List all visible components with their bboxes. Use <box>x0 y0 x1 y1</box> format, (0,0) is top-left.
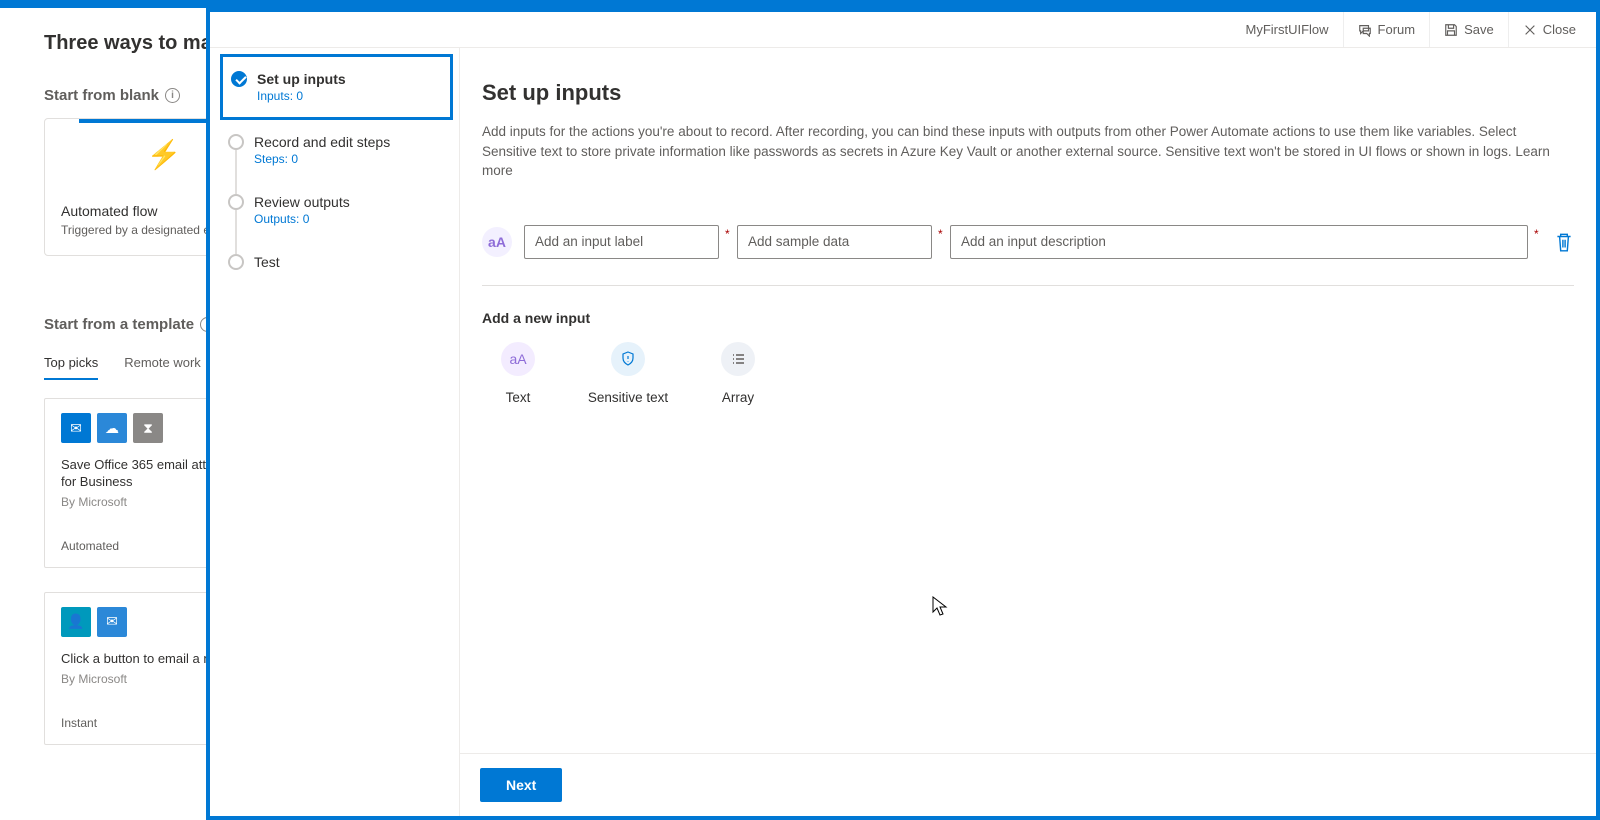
modal-header: MyFirstUIFlow Forum Save Close <box>210 12 1596 48</box>
step-sub: Steps: 0 <box>254 152 439 166</box>
step-circle-icon <box>228 254 244 270</box>
delete-icon[interactable] <box>1554 231 1574 253</box>
step-review-outputs[interactable]: Review outputs Outputs: 0 <box>220 180 453 240</box>
section-description: Add inputs for the actions you're about … <box>482 122 1574 181</box>
required-marker: * <box>1534 227 1540 241</box>
step-label: Review outputs <box>254 194 439 210</box>
start-template-label: Start from a template <box>44 316 194 333</box>
step-label: Test <box>254 254 439 270</box>
step-label: Set up inputs <box>257 71 436 87</box>
step-done-icon <box>231 71 247 87</box>
type-label: Sensitive text <box>588 390 668 405</box>
step-label: Record and edit steps <box>254 134 439 150</box>
required-marker: * <box>725 227 731 241</box>
wizard-steps: Set up inputs Inputs: 0 Record and edit … <box>210 48 460 816</box>
flow-name-label: MyFirstUIFlow <box>1232 12 1343 47</box>
type-label: Text <box>506 390 531 405</box>
input-sample-field[interactable] <box>737 225 932 259</box>
section-title: Set up inputs <box>482 80 1574 106</box>
input-type-text[interactable]: aA Text <box>482 342 554 405</box>
forum-icon <box>1358 23 1372 37</box>
main-content: Set up inputs Add inputs for the actions… <box>460 48 1596 753</box>
forum-label: Forum <box>1378 22 1416 37</box>
save-button[interactable]: Save <box>1429 12 1508 47</box>
step-record-edit[interactable]: Record and edit steps Steps: 0 <box>220 120 453 180</box>
input-description-field[interactable] <box>950 225 1528 259</box>
step-test[interactable]: Test <box>220 240 453 284</box>
required-marker: * <box>938 227 944 241</box>
step-circle-icon <box>228 134 244 150</box>
save-label: Save <box>1464 22 1494 37</box>
tab-remote-work[interactable]: Remote work <box>124 347 201 380</box>
connector-icon: ⧗ <box>133 413 163 443</box>
type-label: Array <box>722 390 754 405</box>
input-type-array[interactable]: Array <box>702 342 774 405</box>
modal-footer: Next <box>460 753 1596 816</box>
add-new-input-label: Add a new input <box>482 310 1574 326</box>
connector-icon: ☁ <box>97 413 127 443</box>
input-type-options: aA Text Sensitive text Array <box>482 342 1574 405</box>
close-button[interactable]: Close <box>1508 12 1590 47</box>
tab-top-picks[interactable]: Top picks <box>44 347 98 380</box>
app-top-bar <box>0 0 1600 8</box>
input-label-field[interactable] <box>524 225 719 259</box>
text-icon: aA <box>501 342 535 376</box>
connector-icon: 👤 <box>61 607 91 637</box>
forum-button[interactable]: Forum <box>1343 12 1430 47</box>
input-definition-row: aA * * * <box>482 211 1574 286</box>
sensitive-icon <box>611 342 645 376</box>
info-icon: i <box>165 88 180 103</box>
save-icon <box>1444 23 1458 37</box>
step-circle-icon <box>228 194 244 210</box>
step-set-up-inputs[interactable]: Set up inputs Inputs: 0 <box>220 54 453 120</box>
array-icon <box>721 342 755 376</box>
flow-icon: ⚡ <box>147 138 182 171</box>
next-button[interactable]: Next <box>480 768 562 802</box>
step-sub: Inputs: 0 <box>257 89 436 103</box>
connector-icon: ✉ <box>97 607 127 637</box>
start-from-blank-label: Start from blank <box>44 87 159 104</box>
close-icon <box>1523 23 1537 37</box>
ui-flow-modal: MyFirstUIFlow Forum Save Close Set up in… <box>206 8 1600 820</box>
step-sub: Outputs: 0 <box>254 212 439 226</box>
close-label: Close <box>1543 22 1576 37</box>
connector-icon: ✉ <box>61 413 91 443</box>
text-type-icon: aA <box>482 227 512 257</box>
input-type-sensitive[interactable]: Sensitive text <box>592 342 664 405</box>
